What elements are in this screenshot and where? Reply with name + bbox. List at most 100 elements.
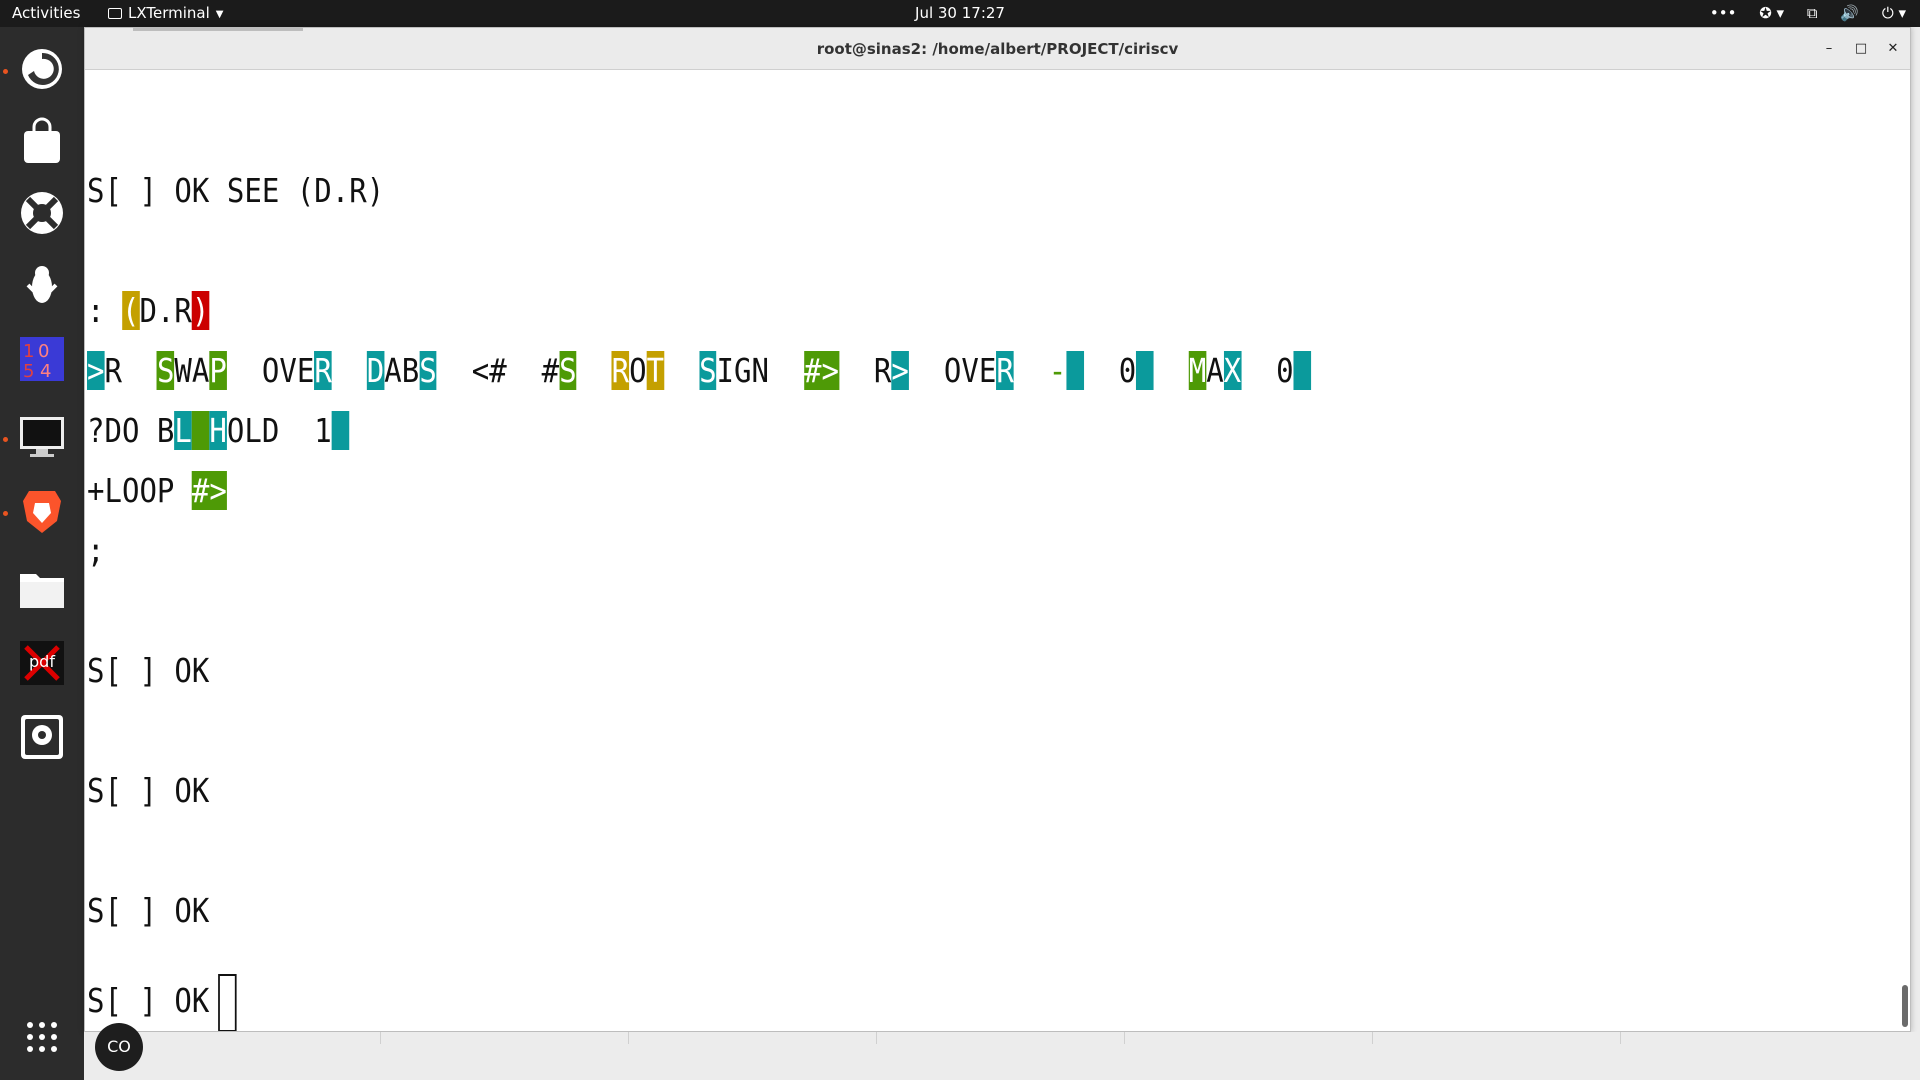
terminal-token: <# #	[436, 351, 560, 390]
terminal-token: R	[314, 351, 332, 390]
terminal-token: +LOOP	[87, 471, 192, 510]
running-indicator	[3, 511, 8, 516]
strip-divider	[1620, 1032, 1621, 1044]
definition-body-line-3: +LOOP #>	[87, 463, 227, 519]
svg-text:1: 1	[23, 341, 34, 362]
strip-divider	[628, 1032, 876, 1044]
pdf-label: pdf	[29, 652, 55, 671]
terminal-token	[1293, 351, 1312, 390]
close-button[interactable]: ✕	[1878, 28, 1908, 70]
terminal-token: A	[1206, 351, 1224, 390]
current-prompt: S[ ] OK	[87, 973, 237, 1031]
network-icon[interactable]: ⧉	[1807, 0, 1818, 27]
terminal-token: S	[699, 351, 717, 390]
terminal-token: R	[611, 351, 630, 390]
scrollbar[interactable]	[1900, 71, 1908, 1031]
terminal-token: L	[174, 411, 192, 450]
app-menu[interactable]: LXTerminal ▼	[108, 0, 223, 27]
strip-divider	[1372, 1032, 1620, 1044]
terminal-token	[191, 411, 210, 450]
terminal-token: M	[1188, 351, 1207, 390]
disk-icon[interactable]	[12, 707, 72, 767]
terminal-token	[1066, 351, 1084, 390]
prompt-ok: S[ ] OK	[87, 771, 210, 810]
minimize-button[interactable]: –	[1814, 28, 1844, 70]
app-menu-label: LXTerminal	[128, 4, 210, 22]
firefox-icon[interactable]	[12, 39, 72, 99]
terminal-token: IGN	[716, 351, 804, 390]
accessibility-icon[interactable]: ✪ ▾	[1759, 0, 1784, 27]
pdf-icon[interactable]: pdf	[12, 633, 72, 693]
terminal-token: 0	[1241, 351, 1294, 390]
terminal-token: WA	[174, 351, 210, 390]
monitor-icon[interactable]	[12, 407, 72, 467]
terminal-output[interactable]: S[ ] OK SEE (D.R) : (D.R) >R SWAP OVER D…	[85, 71, 1909, 1031]
prompt-ok: S[ ] OK	[87, 891, 210, 930]
definition-body-line-4: ;	[87, 531, 105, 570]
def-close-paren: )	[191, 291, 210, 330]
shopping-bag-icon[interactable]	[12, 111, 72, 171]
terminal-token: R	[104, 351, 157, 390]
svg-text:4: 4	[40, 361, 51, 382]
terminal-token: S	[156, 351, 175, 390]
terminal-token: O	[629, 351, 647, 390]
terminal-token: D	[366, 351, 385, 390]
terminal-token: ?DO B	[87, 411, 175, 450]
grid-icon[interactable]	[12, 1007, 72, 1067]
running-indicator	[3, 69, 8, 74]
dock: 1054 pdf	[0, 27, 84, 1080]
definition-header: : (D.R)	[87, 283, 210, 339]
lifebuoy-icon[interactable]	[12, 183, 72, 243]
terminal-token: >	[87, 351, 105, 390]
bottom-area	[84, 1032, 1920, 1080]
folder-icon[interactable]	[12, 559, 72, 619]
terminal-token: #>	[191, 471, 227, 510]
window-title: root@sinas2: /home/albert/PROJECT/cirisc…	[816, 40, 1179, 58]
terminal-line: S[ ] OK SEE (D.R)	[87, 171, 385, 210]
top-bar: Activities LXTerminal ▼ Jul 30 17:27 ••• …	[0, 0, 1920, 27]
strip-divider	[1124, 1032, 1372, 1044]
definition-body-line-2: ?DO BL HOLD 1	[87, 403, 350, 459]
terminal-token: >	[891, 351, 909, 390]
terminal-token: T	[646, 351, 665, 390]
brave-lion-icon[interactable]	[12, 481, 72, 541]
penguin-icon[interactable]	[12, 255, 72, 315]
power-icon[interactable]: ⏻ ▾	[1882, 0, 1906, 27]
clock[interactable]: Jul 30 17:27	[915, 4, 1005, 22]
terminal-token: OLD 1	[226, 411, 332, 450]
prompt-ok: S[ ] OK	[87, 651, 210, 690]
terminal-token: OVE	[226, 351, 315, 390]
title-bar[interactable]: root@sinas2: /home/albert/PROJECT/cirisc…	[85, 28, 1910, 70]
definition-body-line-1: >R SWAP OVER DABS <# #S ROT SIGN #> R> O…	[87, 343, 1312, 399]
terminal-token: 0	[1083, 351, 1137, 390]
terminal-token: -	[1048, 351, 1067, 390]
volume-icon[interactable]: 🔊	[1840, 0, 1859, 27]
terminal-token	[331, 411, 350, 450]
terminal-token	[1136, 351, 1154, 390]
prompt-ok: S[ ] OK	[87, 981, 210, 1020]
activities-button[interactable]: Activities	[12, 0, 80, 27]
running-indicator	[3, 437, 8, 442]
strip-divider	[876, 1032, 1124, 1044]
system-tray[interactable]: ••• ✪ ▾ ⧉ 🔊 ⏻ ▾	[1692, 0, 1906, 27]
ellipsis-icon[interactable]: •••	[1710, 0, 1737, 27]
numbers-icon[interactable]: 1054	[12, 329, 72, 389]
def-colon: :	[87, 291, 122, 330]
terminal-token: R	[996, 351, 1014, 390]
scrollbar-thumb[interactable]	[1902, 985, 1908, 1027]
text-cursor	[218, 973, 237, 1031]
def-open-paren: (	[121, 291, 140, 330]
def-name: D.R	[139, 291, 192, 330]
co-button[interactable]: CO	[95, 1023, 143, 1071]
svg-text:0: 0	[38, 341, 49, 362]
terminal-token: X	[1223, 351, 1242, 390]
maximize-button[interactable]: □	[1846, 28, 1876, 70]
terminal-token: H	[209, 411, 227, 450]
terminal-token: P	[209, 351, 227, 390]
chevron-down-icon: ▼	[215, 9, 224, 20]
